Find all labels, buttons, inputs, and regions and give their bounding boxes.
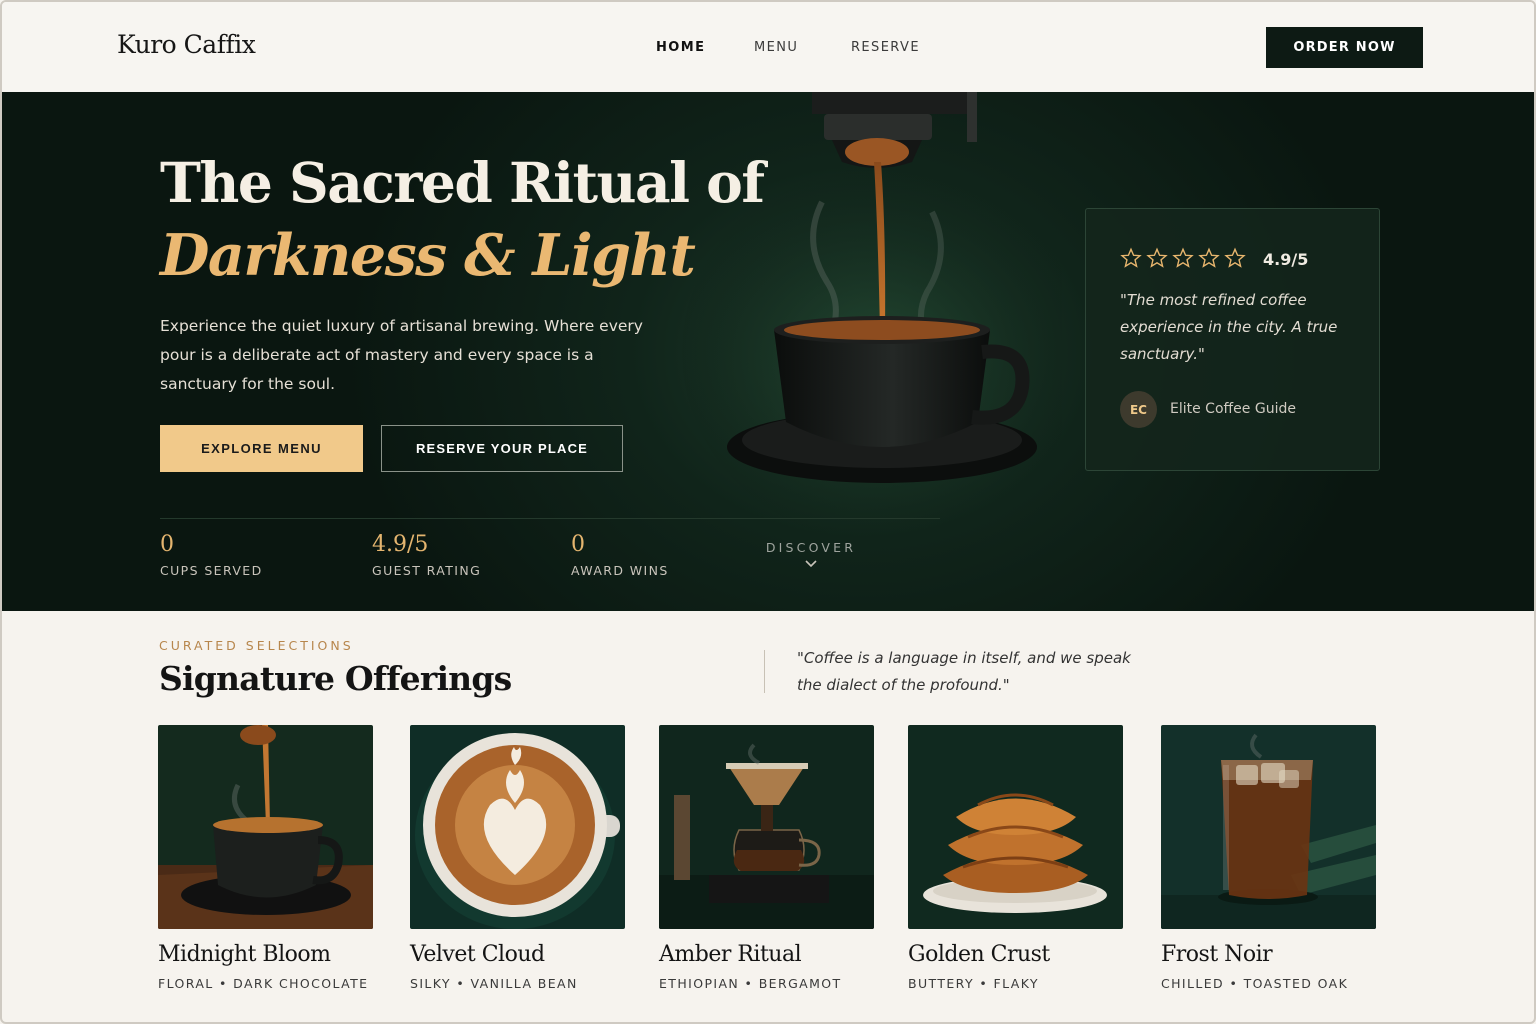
star-icon (1172, 247, 1194, 268)
hero-description: Experience the quiet luxury of artisanal… (160, 317, 643, 393)
discover-label: DISCOVER (765, 540, 857, 555)
brand-logo[interactable]: Kuro Caffix (117, 30, 256, 59)
star-icon (1146, 247, 1168, 268)
star-icon (1198, 247, 1220, 268)
stat-guest-rating: 4.9/5 GUEST RATING (372, 532, 481, 578)
offering-name: Velvet Cloud (410, 942, 545, 967)
stat-award-wins: 0 AWARD WINS (571, 532, 669, 578)
stat-value: 0 (571, 532, 585, 557)
section-eyebrow: CURATED SELECTIONS (159, 638, 354, 653)
reviewer-name: Elite Coffee Guide (1170, 401, 1296, 417)
star-rating (1120, 247, 1246, 269)
section-quote: "Coffee is a language in itself, and we … (797, 649, 1131, 694)
review-card: 4.9/5 "The most refined coffee experienc… (1085, 208, 1380, 471)
offering-notes: SILKY • VANILLA BEAN (410, 976, 578, 991)
offering-name: Frost Noir (1161, 942, 1273, 967)
stat-cups-served: 0 CUPS SERVED (160, 532, 263, 578)
offering-notes: FLORAL • DARK CHOCOLATE (158, 976, 369, 991)
offering-name: Golden Crust (908, 942, 1050, 967)
page-frame: Kuro Caffix HOME MENU RESERVE ORDER NOW (0, 0, 1536, 1024)
pour-over-icon (659, 725, 874, 929)
offering-card-frost-noir[interactable]: Frost Noir CHILLED • TOASTED OAK (1161, 725, 1376, 991)
espresso-pour-icon (158, 725, 373, 929)
offering-name: Midnight Bloom (158, 942, 331, 967)
nav-link-reserve[interactable]: RESERVE (851, 40, 920, 55)
stat-value: 0 (160, 532, 174, 557)
stat-label: AWARD WINS (571, 563, 669, 578)
star-icon (1120, 247, 1142, 268)
offering-card-golden-crust[interactable]: Golden Crust BUTTERY • FLAKY (908, 725, 1123, 991)
hero-title-line1: The Sacred Ritual of (160, 150, 765, 215)
stat-label: GUEST RATING (372, 563, 482, 578)
review-quote: "The most refined coffee experience in t… (1120, 291, 1338, 363)
section-divider (764, 650, 765, 693)
nav-link-home[interactable]: HOME (656, 40, 705, 55)
offering-name: Amber Ritual (659, 942, 802, 967)
croissant-icon (908, 725, 1123, 929)
hero-title-line2: Darkness & Light (160, 222, 696, 289)
order-now-button[interactable]: ORDER NOW (1266, 27, 1423, 68)
hero-section: The Sacred Ritual of Darkness & Light Ex… (2, 92, 1534, 611)
top-nav: Kuro Caffix HOME MENU RESERVE ORDER NOW (2, 2, 1534, 92)
offering-card-velvet-cloud[interactable]: Velvet Cloud SILKY • VANILLA BEAN (410, 725, 625, 991)
explore-menu-button[interactable]: EXPLORE MENU (160, 425, 363, 472)
stat-value: 4.9/5 (372, 532, 429, 557)
offering-card-midnight-bloom[interactable]: Midnight Bloom FLORAL • DARK CHOCOLATE (158, 725, 373, 991)
latte-art-icon (410, 725, 625, 929)
reserve-place-button[interactable]: RESERVE YOUR PLACE (381, 425, 623, 472)
offering-card-amber-ritual[interactable]: Amber Ritual ETHIOPIAN • BERGAMOT (659, 725, 874, 991)
iced-coffee-icon (1161, 725, 1376, 929)
section-title: Signature Offerings (159, 659, 512, 698)
chevron-down-icon (764, 557, 858, 573)
offering-notes: ETHIOPIAN • BERGAMOT (659, 976, 842, 991)
stat-label: CUPS SERVED (160, 563, 263, 578)
avatar: EC (1120, 391, 1157, 428)
star-icon (1224, 247, 1246, 268)
offering-notes: BUTTERY • FLAKY (908, 976, 1039, 991)
discover-link[interactable]: DISCOVER (764, 540, 858, 573)
nav-link-menu[interactable]: MENU (754, 40, 798, 55)
offering-notes: CHILLED • TOASTED OAK (1161, 976, 1349, 991)
hero-divider (160, 518, 940, 519)
review-rating: 4.9/5 (1263, 250, 1309, 269)
